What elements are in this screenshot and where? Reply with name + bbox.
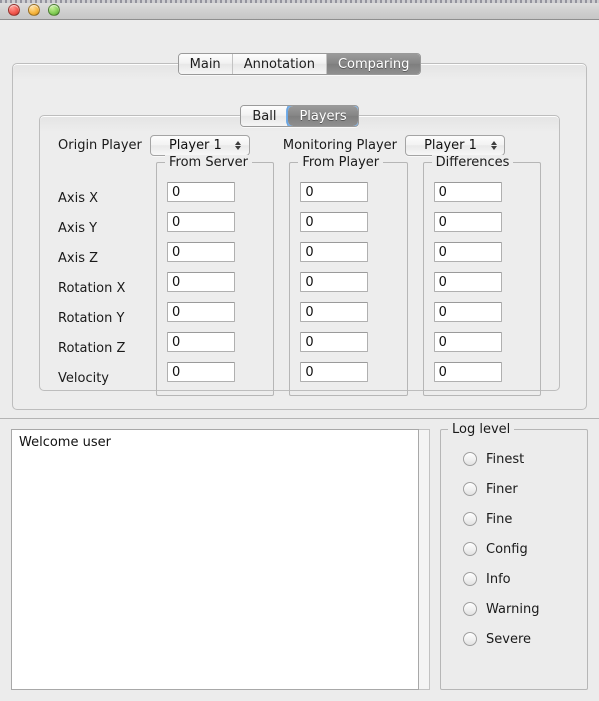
- log-region: Welcome user Log level Finest Finer Fine: [0, 418, 599, 701]
- players-comparison-form: Origin Player Player 1 Monitoring Player…: [40, 116, 559, 396]
- log-level-option-severe[interactable]: Severe: [441, 624, 587, 654]
- row-label: Rotation X: [58, 281, 126, 296]
- minimize-button[interactable]: [28, 3, 40, 16]
- from-server-axis-x-field[interactable]: [167, 182, 235, 202]
- tab-annotation[interactable]: Annotation: [232, 54, 327, 74]
- log-level-option-warning[interactable]: Warning: [441, 594, 587, 624]
- zoom-button[interactable]: [48, 3, 60, 16]
- chevron-updown-icon: [487, 137, 500, 154]
- origin-player-select[interactable]: Player 1: [149, 134, 250, 156]
- from-server-velocity-field[interactable]: [167, 362, 235, 382]
- differences-rotation-z-field[interactable]: [433, 332, 502, 352]
- from-player-axis-z-field[interactable]: [300, 242, 369, 262]
- monitoring-player-label: Monitoring Player: [282, 137, 397, 153]
- radio-icon: [463, 512, 477, 526]
- chevron-updown-icon: [232, 137, 245, 154]
- tab-players[interactable]: Players: [288, 106, 358, 126]
- row-label: Velocity: [58, 371, 109, 386]
- tab-main[interactable]: Main: [178, 54, 233, 74]
- log-level-label: Finest: [486, 451, 525, 467]
- from-player-velocity-field[interactable]: [300, 362, 369, 382]
- from-server-axis-z-field[interactable]: [167, 242, 235, 262]
- application-window: Origin Player Player 1 Monitoring Player…: [0, 0, 599, 701]
- log-level-label: Info: [486, 571, 511, 587]
- monitoring-player-select[interactable]: Player 1: [405, 134, 505, 156]
- differences-axis-z-field[interactable]: [433, 242, 502, 262]
- group-legend: From Player: [298, 155, 384, 170]
- window-content: Origin Player Player 1 Monitoring Player…: [0, 20, 599, 701]
- main-tab-panel: Origin Player Player 1 Monitoring Player…: [12, 63, 587, 410]
- radio-icon: [463, 632, 477, 646]
- title-bar: [0, 0, 599, 20]
- radio-icon: [463, 482, 477, 496]
- origin-player-label: Origin Player: [58, 137, 142, 153]
- origin-player-value: Player 1: [168, 137, 222, 153]
- row-label: Rotation Z: [58, 341, 126, 356]
- group-differences: Differences: [422, 155, 541, 396]
- radio-icon: [463, 572, 477, 586]
- row-label-column: Axis X Axis Y Axis Z Rotation X Rotation…: [58, 162, 156, 396]
- row-label: Axis Z: [58, 251, 99, 266]
- differences-axis-y-field[interactable]: [433, 212, 502, 232]
- group-legend: Differences: [431, 155, 514, 170]
- group-from-player: From Player: [289, 155, 408, 396]
- from-player-rotation-x-field[interactable]: [300, 272, 369, 292]
- sub-tab-bar: Ball Players: [13, 105, 586, 127]
- comparison-groups: Axis X Axis Y Axis Z Rotation X Rotation…: [58, 155, 541, 396]
- log-output-wrap: Welcome user: [11, 429, 430, 690]
- log-level-option-fine[interactable]: Fine: [441, 504, 587, 534]
- radio-icon: [463, 602, 477, 616]
- window-title: [0, 2, 599, 11]
- group-legend: From Server: [165, 155, 252, 170]
- row-label: Rotation Y: [58, 311, 125, 326]
- radio-icon: [463, 542, 477, 556]
- log-level-label: Severe: [486, 631, 531, 647]
- log-level-group: Log level Finest Finer Fine Config Info …: [440, 422, 588, 690]
- from-player-axis-x-field[interactable]: [300, 182, 369, 202]
- radio-icon: [463, 452, 477, 466]
- from-player-rotation-y-field[interactable]: [300, 302, 369, 322]
- sub-tab-panel: Origin Player Player 1 Monitoring Player…: [39, 115, 560, 396]
- sub-tab-group: Ball Players: [240, 105, 359, 127]
- main-tab-bar: Main Annotation Comparing: [0, 53, 599, 75]
- tab-ball[interactable]: Ball: [241, 106, 289, 126]
- differences-axis-x-field[interactable]: [433, 182, 502, 202]
- monitoring-player-value: Player 1: [424, 137, 477, 153]
- main-tab-group: Main Annotation Comparing: [177, 53, 422, 75]
- log-scrollbar[interactable]: [419, 429, 430, 690]
- log-level-option-finer[interactable]: Finer: [441, 474, 587, 504]
- log-level-label: Finer: [486, 481, 518, 497]
- row-label: Axis Y: [58, 221, 98, 236]
- group-from-server: From Server: [156, 155, 275, 396]
- comparing-region: Origin Player Player 1 Monitoring Player…: [0, 20, 599, 418]
- log-level-option-config[interactable]: Config: [441, 534, 587, 564]
- log-level-legend: Log level: [448, 422, 515, 437]
- close-button[interactable]: [8, 3, 20, 16]
- row-label: Axis X: [58, 191, 99, 206]
- from-server-rotation-z-field[interactable]: [167, 332, 235, 352]
- log-level-option-info[interactable]: Info: [441, 564, 587, 594]
- differences-rotation-x-field[interactable]: [433, 272, 502, 292]
- from-server-rotation-x-field[interactable]: [167, 272, 235, 292]
- window-controls: [0, 3, 60, 16]
- tab-comparing[interactable]: Comparing: [326, 54, 421, 74]
- log-level-label: Config: [486, 541, 528, 557]
- differences-rotation-y-field[interactable]: [433, 302, 502, 322]
- from-server-rotation-y-field[interactable]: [167, 302, 235, 322]
- log-level-option-finest[interactable]: Finest: [441, 444, 587, 474]
- from-player-axis-y-field[interactable]: [300, 212, 369, 232]
- from-player-rotation-z-field[interactable]: [300, 332, 369, 352]
- log-output[interactable]: Welcome user: [11, 429, 419, 690]
- log-level-label: Warning: [486, 601, 540, 617]
- from-server-axis-y-field[interactable]: [167, 212, 235, 232]
- log-level-label: Fine: [486, 511, 513, 527]
- differences-velocity-field[interactable]: [433, 362, 502, 382]
